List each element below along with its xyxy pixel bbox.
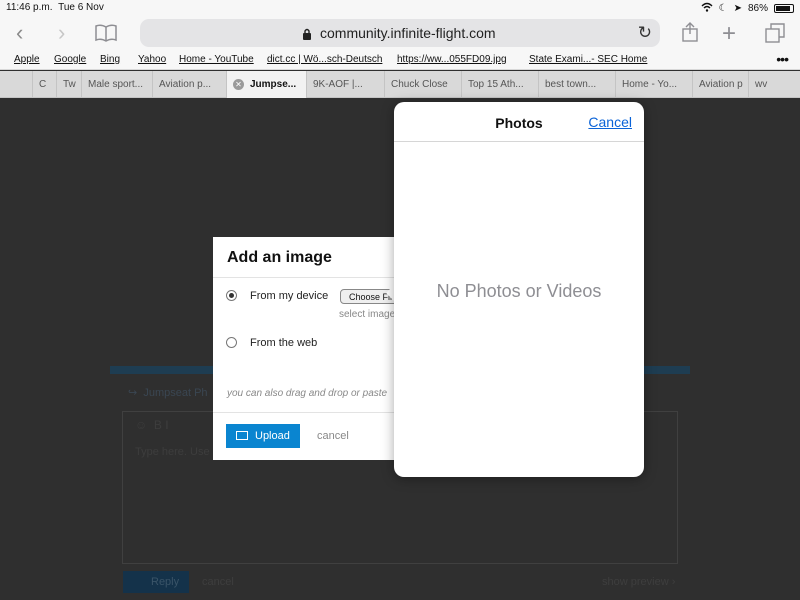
photos-popover: Photos Cancel No Photos or Videos <box>394 102 644 477</box>
more-icon[interactable]: ••• <box>776 51 789 67</box>
battery-percent: 86% <box>747 3 768 14</box>
empty-state-message: No Photos or Videos <box>436 281 602 301</box>
bookmark-dictcc[interactable]: dict.cc | Wö...sch-Deutsch <box>267 54 382 65</box>
tab-item[interactable]: 9K-AOF |... <box>306 71 384 98</box>
reply-button: Reply <box>123 571 189 593</box>
upload-label: Upload <box>255 430 290 442</box>
format-toolbar: ☺ B I <box>135 418 169 432</box>
upload-button[interactable]: Upload <box>226 424 300 448</box>
bookmarks-bar: Apple Google Bing Yahoo Home - YouTube d… <box>0 50 800 70</box>
radio-from-web[interactable] <box>226 337 237 348</box>
popover-cancel-button[interactable]: Cancel <box>588 114 632 130</box>
moon-icon: ☾ <box>718 3 728 14</box>
tab-item[interactable]: Tw <box>56 71 81 98</box>
tab-item[interactable]: C <box>32 71 56 98</box>
select-image-hint: select image <box>339 309 396 320</box>
forward-button[interactable]: › <box>58 22 65 44</box>
lock-icon <box>302 27 312 40</box>
tab-item[interactable]: Home - Yo... <box>615 71 692 98</box>
tab-bar: C Tw Male sport... Aviation p... ✕ Jumpse… <box>0 71 800 98</box>
format-buttons-text: B I <box>153 418 169 432</box>
tab-label: Aviation p <box>699 79 743 90</box>
battery-fill <box>776 6 790 11</box>
bookmarks-icon[interactable] <box>95 24 117 47</box>
status-time: 11:46 p.m. Tue 6 Nov <box>6 2 104 13</box>
close-tab-icon[interactable]: ✕ <box>233 79 244 90</box>
location-icon: ➤ <box>733 3 742 14</box>
show-preview-link: show preview › <box>602 576 676 588</box>
option-web-label: From the web <box>250 337 318 349</box>
bookmark-yahoo[interactable]: Yahoo <box>138 54 166 65</box>
tab-item[interactable]: Aviation p <box>692 71 748 98</box>
bookmark-sec-home[interactable]: State Exami...- SEC Home <box>529 54 647 65</box>
tabs-overview-icon[interactable] <box>765 23 785 48</box>
tab-label: 9K-AOF |... <box>313 79 363 90</box>
modal-divider <box>213 277 413 278</box>
tab-label: wv <box>755 79 768 90</box>
date-text: Tue 6 Nov <box>58 2 104 13</box>
tab-label: C <box>39 79 47 90</box>
composer-cancel: cancel <box>202 576 234 588</box>
modal-footer-divider <box>213 412 413 413</box>
wifi-icon <box>701 2 713 15</box>
composer-title-text: Jumpseat Ph <box>143 387 208 399</box>
tab-label: Male sport... <box>88 79 144 90</box>
time-text: 11:46 p.m. <box>6 2 53 13</box>
bookmark-youtube[interactable]: Home - YouTube <box>179 54 254 65</box>
tab-label: best town... <box>545 79 597 90</box>
add-image-modal: Add an image From my device Choose File … <box>213 237 413 460</box>
browser-toolbar: ‹ › community.infinite-flight.com ↻ + <box>0 16 800 50</box>
bookmark-google[interactable]: Google <box>54 54 86 65</box>
battery-icon <box>774 4 794 13</box>
bookmark-image-link[interactable]: https://ww...055FD09.jpg <box>397 54 507 65</box>
tab-label: Home - Yo... <box>622 79 678 90</box>
editor-placeholder: Type here. Use <box>135 446 210 458</box>
url-text: community.infinite-flight.com <box>320 25 496 41</box>
bookmark-bing[interactable]: Bing <box>100 54 120 65</box>
status-bar: 11:46 p.m. Tue 6 Nov ☾ ➤ 86% <box>0 0 800 16</box>
composer-title: ↪ Jumpseat Ph <box>128 387 208 399</box>
tab-item[interactable]: wv <box>748 71 800 98</box>
option-device-label: From my device <box>250 290 329 302</box>
back-button[interactable]: ‹ <box>16 22 23 44</box>
tab-item[interactable]: Top 15 Ath... <box>461 71 538 98</box>
modal-cancel-link[interactable]: cancel <box>317 430 349 442</box>
drag-drop-hint: you can also drag and drop or paste <box>227 388 388 399</box>
tab-label: Jumpse... <box>250 79 297 90</box>
bookmark-apple[interactable]: Apple <box>14 54 40 65</box>
status-right: ☾ ➤ 86% <box>701 2 794 15</box>
modal-title: Add an image <box>227 249 332 266</box>
tab-item[interactable]: Male sport... <box>81 71 152 98</box>
tab-label: Aviation p... <box>159 79 212 90</box>
reload-icon[interactable]: ↻ <box>638 23 652 43</box>
new-tab-icon[interactable]: + <box>722 20 736 48</box>
tab-item[interactable]: Chuck Close <box>384 71 461 98</box>
tab-item[interactable]: best town... <box>538 71 615 98</box>
tab-item[interactable]: Aviation p... <box>152 71 226 98</box>
tab-label: Tw <box>63 79 76 90</box>
address-bar[interactable]: community.infinite-flight.com ↻ <box>140 19 660 47</box>
popover-header: Photos Cancel <box>394 102 644 142</box>
tab-active[interactable]: ✕ Jumpse... <box>226 71 306 98</box>
tab-label: Chuck Close <box>391 79 448 90</box>
radio-from-device[interactable] <box>226 290 237 301</box>
share-icon[interactable] <box>682 22 698 47</box>
reply-label: Reply <box>151 576 180 588</box>
tab-label: Top 15 Ath... <box>468 79 524 90</box>
image-icon <box>236 431 248 440</box>
